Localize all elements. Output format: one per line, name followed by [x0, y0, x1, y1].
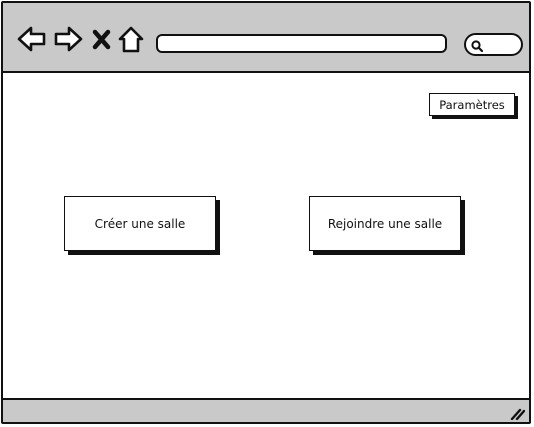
settings-button[interactable]: Paramètres	[429, 93, 515, 116]
search-box[interactable]	[464, 33, 523, 56]
browser-toolbar	[3, 3, 529, 73]
create-room-button[interactable]: Créer une salle	[64, 196, 216, 251]
home-icon[interactable]	[117, 23, 145, 55]
forward-icon[interactable]	[52, 23, 84, 55]
close-icon[interactable]	[89, 23, 115, 55]
back-icon[interactable]	[16, 23, 48, 55]
settings-button-label: Paramètres	[439, 97, 505, 112]
search-icon	[470, 38, 484, 53]
join-room-label: Rejoindre une salle	[327, 216, 443, 231]
status-bar	[3, 398, 529, 422]
address-bar[interactable]	[156, 34, 447, 53]
resize-grip-icon[interactable]	[509, 405, 526, 421]
create-room-label: Créer une salle	[94, 216, 186, 231]
join-room-button[interactable]: Rejoindre une salle	[309, 196, 461, 251]
